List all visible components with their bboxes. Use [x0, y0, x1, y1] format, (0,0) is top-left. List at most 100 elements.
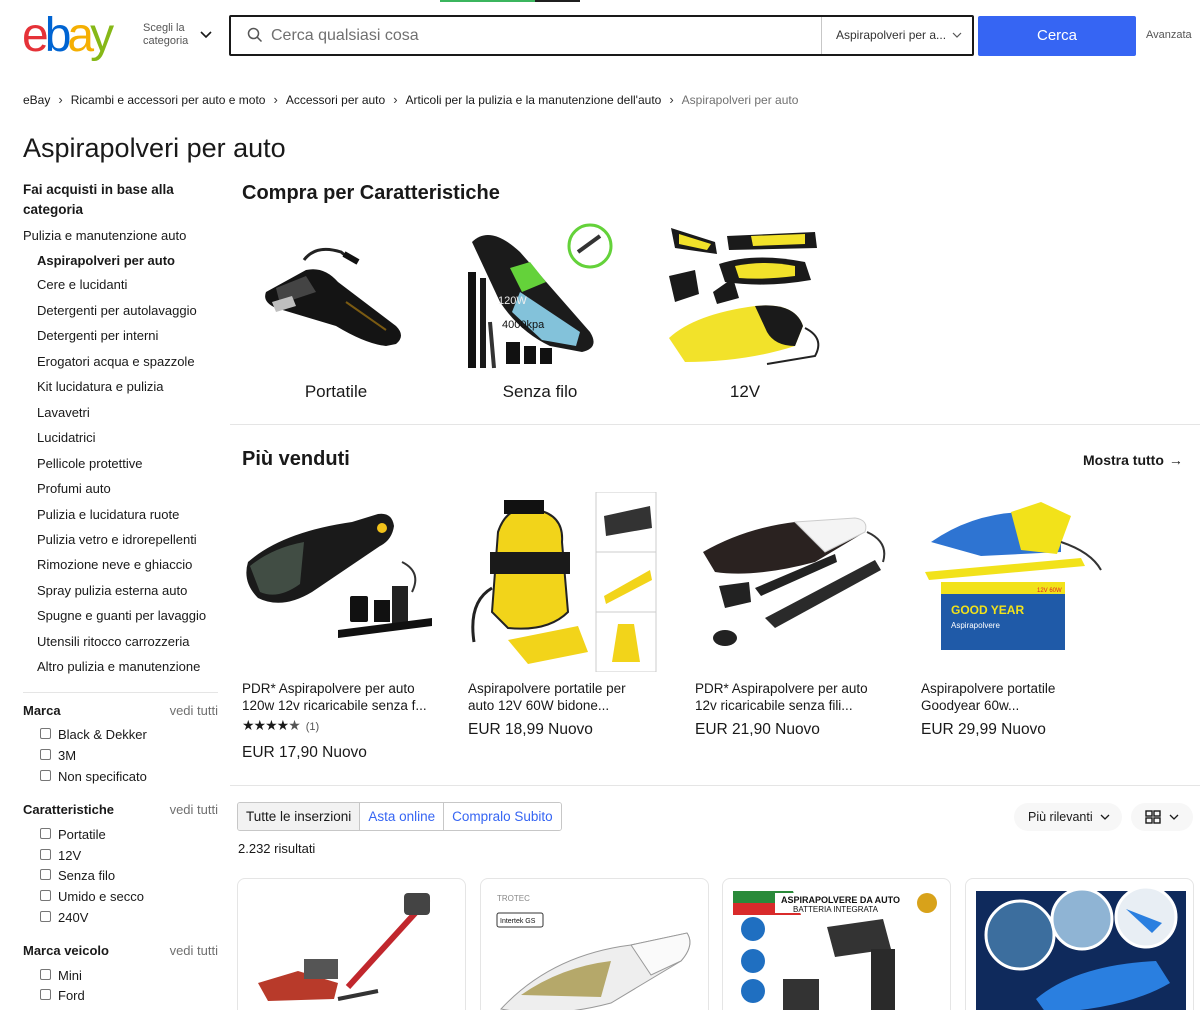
search-input[interactable] [271, 23, 831, 49]
sidebar-category-item[interactable]: Utensili ritocco carrozzeria [37, 634, 189, 649]
sidebar-category-item[interactable]: Lavavetri [37, 405, 90, 420]
filter-option-label: Non specificato [58, 769, 147, 784]
sidebar-category-item[interactable]: Detergenti per autolavaggio [37, 303, 197, 318]
chevron-down-icon [200, 31, 212, 39]
tab-buy-it-now[interactable]: Compralo Subito [444, 803, 561, 830]
sidebar-category-item[interactable]: Kit lucidatura e pulizia [37, 379, 163, 394]
listing-card[interactable] [237, 878, 466, 1010]
breadcrumb-separator-icon: › [393, 92, 398, 107]
filter-see-all-link[interactable]: vedi tutti [170, 943, 218, 958]
sidebar-category-item[interactable]: Spray pulizia esterna auto [37, 583, 187, 598]
filter-option-label: Portatile [58, 827, 106, 842]
logo-letter-e: e [22, 9, 49, 62]
checkbox-box[interactable] [40, 869, 51, 880]
breadcrumb-item[interactable]: eBay [23, 93, 50, 107]
listing-card[interactable]: ASPIRAPOLVERE DA AUTO BATTERIA INTEGRATA [722, 878, 951, 1010]
product-title: PDR* Aspirapolvere per auto 120w 12v ric… [242, 680, 452, 714]
product-title-line: 120w 12v ricaricabile senza f... [242, 698, 427, 713]
checkbox-box[interactable] [40, 728, 51, 739]
logo-letter-b: b [44, 9, 72, 62]
sidebar-category-item[interactable]: Spugne e guanti per lavaggio [37, 608, 206, 623]
sidebar-category-item[interactable]: Rimozione neve e ghiaccio [37, 557, 192, 572]
tab-all-listings[interactable]: Tutte le inserzioni [238, 803, 361, 830]
product-image [703, 517, 886, 646]
product-title: Aspirapolvere portatile per auto 12V 60W… [468, 680, 678, 714]
filter-see-all-link[interactable]: vedi tutti [170, 802, 218, 817]
listing-card[interactable]: TROTEC Intertek GS [480, 878, 709, 1010]
sidebar-category-item[interactable]: Cere e lucidanti [37, 277, 127, 292]
handheld-vacuum-image [265, 247, 401, 346]
product-title-line: auto 12V 60W bidone... [468, 698, 610, 713]
tab-auction[interactable]: Asta online [360, 803, 445, 830]
checkbox-box[interactable] [40, 890, 51, 901]
parent-category-link[interactable]: Pulizia e manutenzione auto [23, 228, 186, 243]
sidebar-category-item[interactable]: Lucidatrici [37, 430, 96, 445]
sort-dropdown[interactable]: Più rilevanti [1014, 803, 1122, 831]
goodyear-box-subtitle: Aspirapolvere [951, 621, 1000, 630]
sidebar-category-item[interactable]: Detergenti per interni [37, 328, 158, 343]
checkbox-box[interactable] [40, 828, 51, 839]
advanced-search-link[interactable]: Avanzata [1146, 29, 1192, 41]
listing-banner-subtext: BATTERIA INTEGRATA [793, 905, 879, 914]
results-count: 2.232 risultati [238, 841, 316, 856]
filter-see-all-link[interactable]: vedi tutti [170, 703, 218, 718]
rating-stars: ★★★★★ (1) [242, 717, 319, 734]
cordless-vacuum-image: 120W 4000kpa [468, 223, 613, 369]
goodyear-box-text: GOOD YEAR [951, 603, 1024, 617]
logo-letter-a: a [67, 9, 94, 62]
product-title: PDR* Aspirapolvere per auto 12v ricarica… [695, 680, 905, 714]
checkbox-box[interactable] [40, 749, 51, 760]
product-price: EUR 29,99 Nuovo [921, 721, 1046, 738]
sidebar-category-item[interactable]: Profumi auto [37, 481, 111, 496]
listing-cert-text: Intertek GS [500, 918, 536, 925]
filter-option-label: Umido e secco [58, 889, 144, 904]
listing-image [258, 893, 431, 1001]
checkbox-box[interactable] [40, 989, 51, 1000]
sidebar-category-item[interactable]: Altro pulizia e manutenzione [37, 659, 200, 674]
section-divider [230, 785, 1200, 786]
sidebar: Fai acquisti in base alla categoria Puli… [23, 180, 218, 1003]
filter-title-vehicle-brand: Marca veicolo [23, 943, 109, 958]
features-section-title: Compra per Caratteristiche [242, 182, 500, 204]
sidebar-category-item[interactable]: Aspirapolveri per auto [37, 253, 175, 268]
filter-option-label: Senza filo [58, 868, 116, 883]
product-title-line: 12v ricaricabile senza fili... [695, 698, 853, 713]
search-icon [247, 27, 263, 43]
checkbox-box[interactable] [40, 849, 51, 860]
product-title-line: Goodyear 60w... [921, 698, 1020, 713]
filter-option-label: Black & Dekker [58, 727, 147, 742]
view-toggle-button[interactable] [1131, 803, 1193, 831]
search-button[interactable]: Cerca [978, 16, 1136, 56]
listing-image: TROTEC Intertek GS [496, 894, 691, 1010]
filter-option-label: 12V [58, 848, 82, 863]
product-title-line: Aspirapolvere portatile per [468, 681, 626, 696]
sidebar-category-item[interactable]: Pulizia e lucidatura ruote [37, 507, 179, 522]
category-selector[interactable]: Scegli la categoria [143, 22, 223, 52]
goodyear-box-badge: 12V 60W [1037, 588, 1062, 594]
filter-option-label: 240V [58, 910, 89, 925]
breadcrumb-item[interactable]: Accessori per auto [286, 93, 385, 107]
sidebar-category-item[interactable]: Pellicole protettive [37, 456, 143, 471]
product-title-line: Aspirapolvere portatile [921, 681, 1056, 696]
chevron-down-icon [952, 32, 962, 38]
breadcrumb-item[interactable]: Articoli per la pulizia e la manutenzion… [406, 93, 662, 107]
checkbox-box[interactable] [40, 770, 51, 781]
listing-card[interactable] [965, 878, 1194, 1010]
checkbox-box[interactable] [40, 911, 51, 922]
section-divider [230, 424, 1200, 425]
filter-option-label: Mini [58, 968, 82, 983]
listing-image: ASPIRAPOLVERE DA AUTO BATTERIA INTEGRATA [733, 891, 937, 1010]
product-title: Aspirapolvere portatile Goodyear 60w... [921, 680, 1131, 714]
ebay-logo[interactable]: ebay [22, 9, 134, 62]
sidebar-category-item[interactable]: Erogatori acqua e spazzole [37, 354, 195, 369]
breadcrumb-item[interactable]: Ricambi e accessori per auto e moto [71, 93, 266, 107]
sidebar-category-item[interactable]: Pulizia vetro e idrorepellenti [37, 532, 197, 547]
show-all-link[interactable]: Mostra tutto → [1083, 452, 1183, 468]
vacuum-suction-text: 4000kpa [502, 319, 545, 331]
filter-option-label: 3M [58, 748, 77, 763]
product-price: EUR 18,99 Nuovo [468, 721, 593, 738]
product-image: GOOD YEAR Aspirapolvere 12V 60W [925, 502, 1102, 650]
checkbox-box[interactable] [40, 969, 51, 980]
search-category-dropdown[interactable]: Aspirapolveri per a... [836, 28, 966, 44]
listing-brand-text: TROTEC [497, 894, 530, 903]
